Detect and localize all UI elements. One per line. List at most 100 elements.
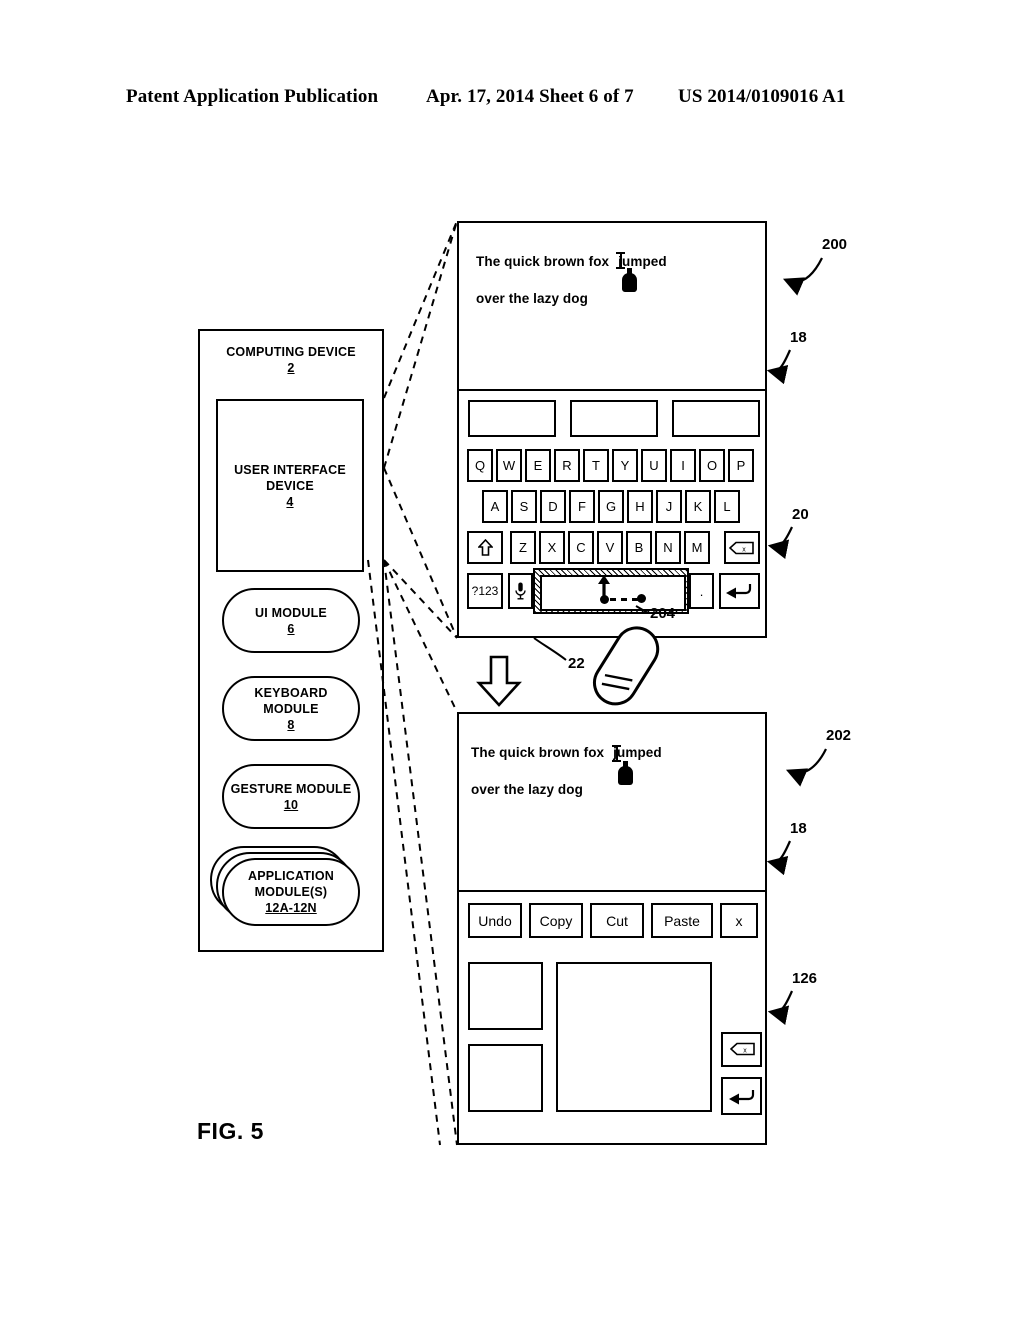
cursor-drag-handle-icon[interactable] [622,268,637,292]
svg-text:200: 200 [822,236,847,253]
transition-down-arrow-icon [476,655,522,707]
key-l[interactable]: L [714,490,740,523]
key-p[interactable]: P [728,449,754,482]
key-enter[interactable] [719,573,760,609]
backspace-icon: x [729,541,754,554]
key-microphone[interactable] [508,573,533,609]
key-k[interactable]: K [685,490,711,523]
text-display-region-200: The quick brown fox jumped over the lazy … [459,223,765,391]
key-v[interactable]: V [597,531,623,564]
svg-text:126: 126 [792,970,817,987]
document-text-line-1a-after: The quick brown fox [471,745,605,760]
key-h[interactable]: H [627,490,653,523]
cut-button[interactable]: Cut [590,903,644,938]
key-a[interactable]: A [482,490,508,523]
paste-button[interactable]: Paste [651,903,713,938]
key-numbers-symbols[interactable]: ?123 [467,573,503,609]
document-text-line-2: over the lazy dog [476,291,588,306]
keyboard-module-block: KEYBOARD MODULE 8 [222,676,360,741]
suggestion-box-3[interactable] [672,400,760,437]
figure-label: FIG. 5 [197,1118,264,1144]
blank-pane-center[interactable] [556,962,712,1112]
svg-text:18: 18 [790,329,807,346]
computing-device-ref-num: 2 [287,361,295,375]
key-r[interactable]: R [554,449,580,482]
text-caret-icon [616,252,625,269]
key-backspace[interactable]: x [724,531,760,564]
gesture-module-block: GESTURE MODULE 10 [222,764,360,829]
key-enter-after[interactable] [721,1077,762,1115]
svg-text:x: x [742,546,746,553]
document-text-line-1b: jumped [618,254,667,269]
uid-ref-num: 4 [286,494,294,509]
ui-module-label-line1: UI MODULE [255,605,327,620]
key-w[interactable]: W [496,449,522,482]
publication-header: Patent Application Publication Apr. 17, … [0,86,1024,108]
application-modules-ref-num: 12A-12N [265,901,317,915]
key-period[interactable]: . [689,573,714,609]
ui-module-ref-num: 6 [287,621,295,636]
svg-text:22: 22 [568,655,585,672]
computing-device-title: COMPUTING DEVICE 2 [200,344,382,376]
application-modules-label-line1: APPLICATION [248,869,334,883]
blank-pane-left-bottom[interactable] [468,1044,543,1112]
suggestion-box-2[interactable] [570,400,658,437]
key-y[interactable]: Y [612,449,638,482]
gesture-end-point [637,594,646,603]
key-g[interactable]: G [598,490,624,523]
key-i[interactable]: I [670,449,696,482]
key-z[interactable]: Z [510,531,536,564]
gesture-direction-arrow-icon [597,575,611,597]
cursor-drag-handle-icon-after[interactable] [618,761,633,785]
key-q[interactable]: Q [467,449,493,482]
gesture-module-label-line1: GESTURE MODULE [230,781,352,796]
gesture-start-point [600,595,609,604]
application-modules-label-line2: MODULE(S) [254,885,328,899]
document-text-line-1-after: The quick brown fox jumped [471,745,662,760]
svg-text:x: x [743,1048,747,1055]
key-b[interactable]: B [626,531,652,564]
computing-device-block: COMPUTING DEVICE 2 USER INTERFACE DEVICE… [198,329,384,952]
shift-icon [477,539,493,556]
enter-icon [725,584,751,599]
key-d[interactable]: D [540,490,566,523]
key-s[interactable]: S [511,490,537,523]
key-f[interactable]: F [569,490,595,523]
copy-button[interactable]: Copy [529,903,583,938]
uid-label-line1: USER INTERFACE [234,462,346,477]
key-c[interactable]: C [568,531,594,564]
svg-text:20: 20 [792,506,809,523]
key-space[interactable] [540,575,686,611]
svg-text:202: 202 [826,727,851,744]
graphical-keyboard-region: Q W E R T Y U I O P A S D F G H J K L Z … [459,391,765,638]
ui-module-label: UI MODULE 6 [255,605,327,637]
keyboard-module-label-line1: KEYBOARD [254,685,328,700]
user-interface-device-label: USER INTERFACE DEVICE 4 [234,462,346,510]
computing-device-title-text: COMPUTING DEVICE [226,345,356,359]
spacebar-highlight-region [533,568,689,614]
header-patent-number: US 2014/0109016 A1 [678,86,846,107]
key-backspace-after[interactable]: x [721,1032,762,1067]
document-text-line-1: The quick brown fox jumped [476,254,667,269]
key-shift[interactable] [467,531,503,564]
uid-label-line2: DEVICE [266,478,314,493]
header-date-sheet: Apr. 17, 2014 Sheet 6 of 7 [426,86,634,107]
backspace-icon-after: x [729,1042,755,1056]
key-j[interactable]: J [656,490,682,523]
key-u[interactable]: U [641,449,667,482]
key-t[interactable]: T [583,449,609,482]
svg-text:18: 18 [790,820,807,837]
keyboard-module-ref-num: 8 [287,717,295,732]
key-m[interactable]: M [684,531,710,564]
suggestion-box-1[interactable] [468,400,556,437]
key-o[interactable]: O [699,449,725,482]
undo-button[interactable]: Undo [468,903,522,938]
keyboard-module-label-line2: MODULE [263,701,319,716]
close-button[interactable]: x [720,903,758,938]
key-n[interactable]: N [655,531,681,564]
header-publication-type: Patent Application Publication [126,86,379,107]
key-x[interactable]: X [539,531,565,564]
blank-pane-left-top[interactable] [468,962,543,1030]
device-screen-after: The quick brown fox jumped over the lazy … [457,712,767,1145]
key-e[interactable]: E [525,449,551,482]
